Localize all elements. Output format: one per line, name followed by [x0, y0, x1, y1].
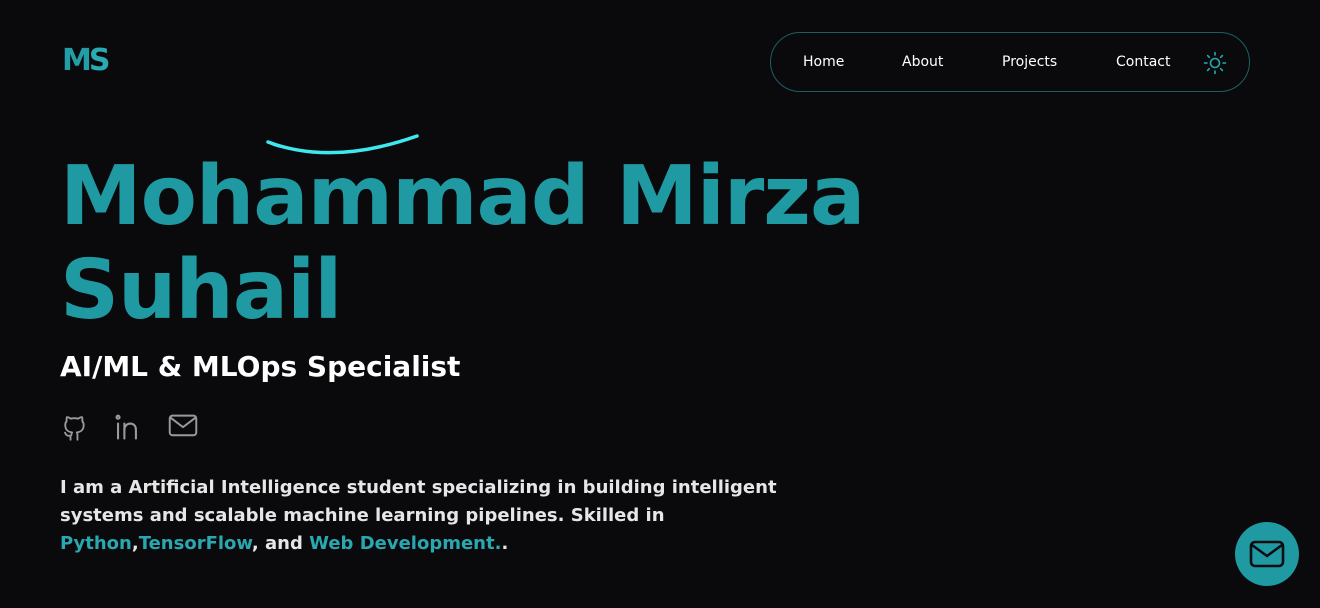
- mail-icon[interactable]: [168, 412, 198, 440]
- bio-text: I am a Artificial Intelligence student s…: [60, 477, 777, 526]
- skill-web-development: Web Development.: [309, 533, 502, 554]
- portfolio-page: MS Home About Projects Contact Mohammad …: [0, 0, 1320, 608]
- hero-role: AI/ML & MLOps Specialist: [60, 350, 461, 383]
- bio-end: .: [501, 533, 509, 554]
- site-logo[interactable]: MS: [62, 43, 111, 78]
- hero-bio: I am a Artificial Intelligence student s…: [60, 474, 820, 558]
- skill-python: Python: [60, 533, 132, 554]
- contact-fab-button[interactable]: [1235, 522, 1299, 586]
- nav-about-link[interactable]: About: [902, 33, 943, 91]
- hero-name-line2: Suhail: [60, 243, 342, 338]
- mail-icon: [1249, 540, 1285, 568]
- main-nav: Home About Projects Contact: [770, 32, 1250, 92]
- linkedin-icon[interactable]: [114, 412, 142, 440]
- sun-icon[interactable]: [1203, 51, 1227, 75]
- nav-projects-link[interactable]: Projects: [1002, 33, 1057, 91]
- logo-letter-s: S: [88, 43, 111, 78]
- bio-separator-2: , and: [251, 533, 303, 554]
- logo-letter-m: M: [62, 43, 92, 78]
- nav-home-link[interactable]: Home: [803, 33, 844, 91]
- bio-separator-1: ,: [131, 533, 139, 554]
- nav-contact-link[interactable]: Contact: [1116, 33, 1170, 91]
- skill-tensorflow: TensorFlow: [138, 533, 252, 554]
- hero-name: Mohammad Mirza Suhail: [60, 150, 1060, 338]
- github-icon[interactable]: [60, 412, 88, 441]
- hero-name-line1: Mohammad Mirza: [60, 149, 865, 244]
